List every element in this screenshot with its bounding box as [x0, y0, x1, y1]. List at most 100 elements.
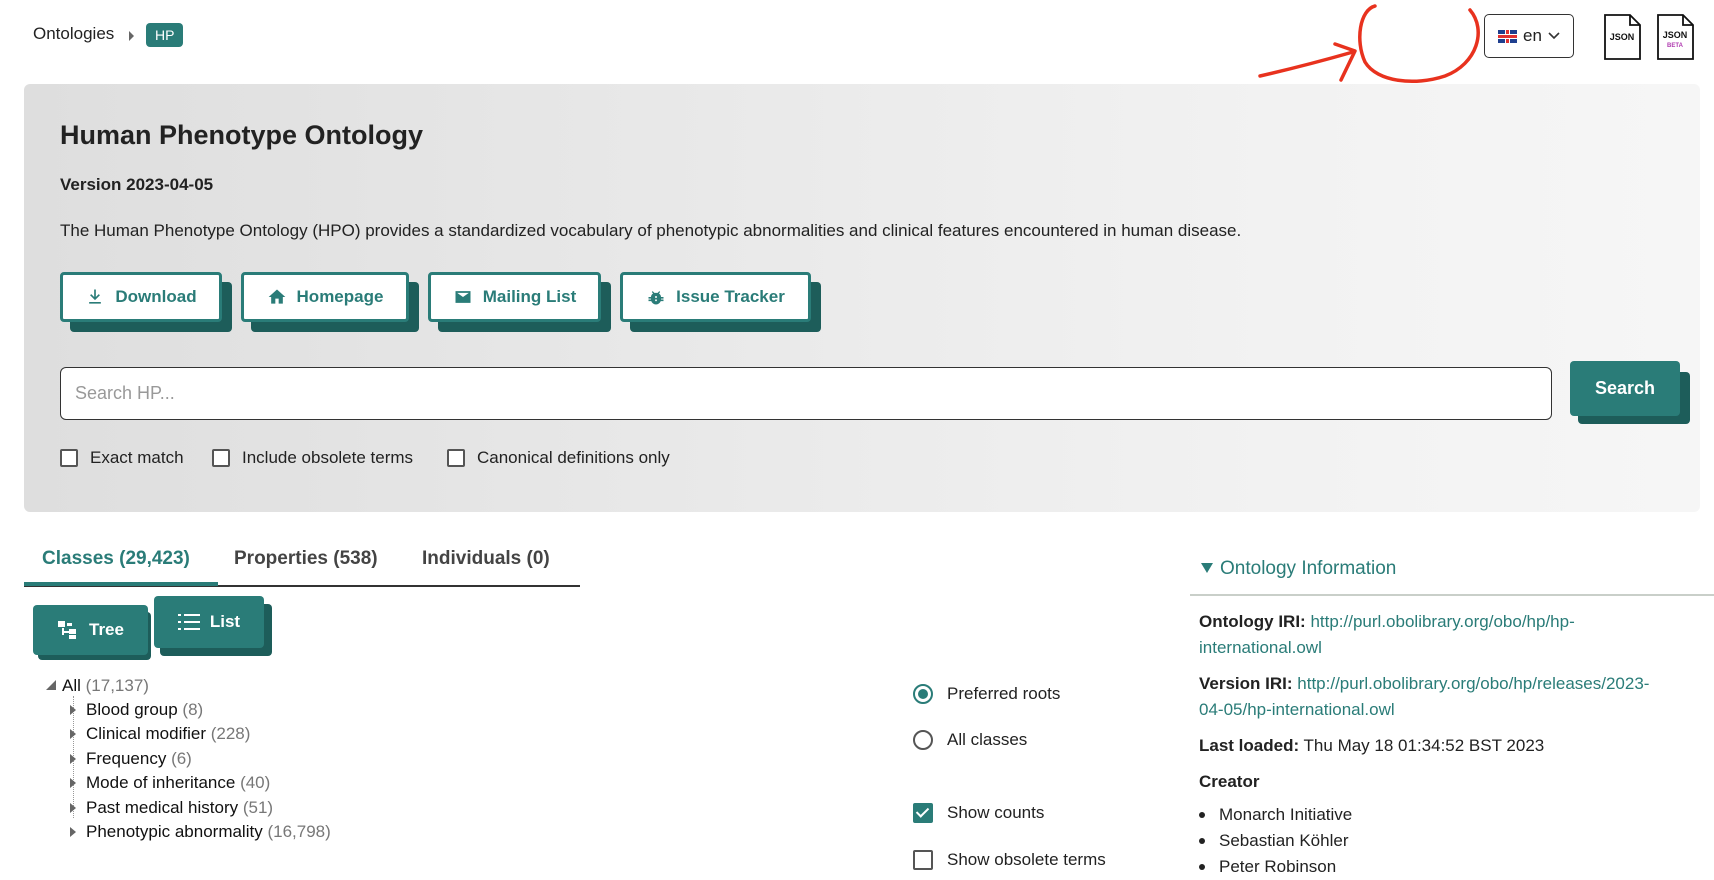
- language-code: en: [1523, 26, 1542, 45]
- creator-label: Creator: [1199, 772, 1260, 791]
- breadcrumb-separator-icon: [129, 31, 134, 41]
- expand-triangle-icon[interactable]: [70, 754, 76, 764]
- tree-node-frequency[interactable]: Frequency (6): [86, 749, 192, 769]
- annotation-circle-arrow: [1258, 4, 1480, 83]
- tab-properties[interactable]: Properties (538): [234, 548, 378, 570]
- list-item: Monarch Initiative: [1199, 802, 1352, 828]
- expand-triangle-icon[interactable]: [70, 729, 76, 739]
- ontology-iri-link-cont[interactable]: international.owl: [1199, 638, 1322, 657]
- exact-match-option[interactable]: Exact match: [60, 448, 184, 468]
- tree-node-count: (16,798): [267, 822, 331, 841]
- beta-label: BETA: [1667, 43, 1684, 49]
- collapse-triangle-icon: [46, 680, 56, 690]
- tab-individuals[interactable]: Individuals (0): [422, 548, 550, 570]
- expand-triangle-icon[interactable]: [70, 827, 76, 837]
- tree-view-label: Tree: [89, 620, 124, 639]
- version-iri-link[interactable]: http://purl.obolibrary.org/obo/hp/releas…: [1297, 674, 1649, 693]
- tree-node-clinical-modifier[interactable]: Clinical modifier (228): [86, 724, 250, 744]
- json-download-icon[interactable]: JSON: [1603, 14, 1641, 60]
- include-obsolete-checkbox[interactable]: [212, 449, 230, 467]
- ontology-title: Human Phenotype Ontology: [60, 120, 424, 150]
- tree-node-all[interactable]: All (17,137): [62, 676, 149, 696]
- ontology-info-heading: Ontology Information: [1220, 558, 1397, 579]
- breadcrumb-root-link[interactable]: Ontologies: [33, 24, 114, 44]
- bug-icon: [648, 291, 664, 305]
- download-icon: [89, 289, 102, 304]
- tree-node-blood-group[interactable]: Blood group (8): [86, 700, 203, 720]
- tree-node-phenotypic-abnormality[interactable]: Phenotypic abnormality (16,798): [86, 822, 331, 842]
- json-beta-label: JSON: [1663, 30, 1688, 40]
- list-icon: [177, 614, 200, 630]
- ontology-iri-field: Ontology IRI: http://purl.obolibrary.org…: [1199, 609, 1575, 661]
- json-beta-download-icon[interactable]: JSON BETA: [1656, 14, 1694, 60]
- ontology-info-divider: [1190, 594, 1714, 596]
- show-counts-checkbox[interactable]: [913, 803, 933, 823]
- exact-match-label: Exact match: [90, 448, 184, 467]
- list-view-button[interactable]: List: [154, 596, 264, 648]
- preferred-roots-label: Preferred roots: [947, 684, 1061, 703]
- all-classes-label: All classes: [947, 730, 1028, 749]
- last-loaded-value: Thu May 18 01:34:52 BST 2023: [1303, 736, 1545, 755]
- tree-node-label: Phenotypic abnormality: [86, 822, 263, 841]
- include-obsolete-option[interactable]: Include obsolete terms: [212, 448, 413, 468]
- expand-triangle-icon[interactable]: [70, 705, 76, 715]
- show-obsolete-checkbox[interactable]: [913, 850, 933, 870]
- download-label: Download: [115, 287, 197, 306]
- creator-name: Sebastian Köhler: [1219, 831, 1349, 850]
- search-button[interactable]: Search: [1570, 361, 1680, 416]
- preferred-roots-radio[interactable]: [913, 684, 933, 704]
- expanded-triangle-icon: [1201, 563, 1213, 573]
- uk-flag-icon: [1498, 29, 1518, 43]
- expand-triangle-icon[interactable]: [70, 778, 76, 788]
- exact-match-checkbox[interactable]: [60, 449, 78, 467]
- show-obsolete-option[interactable]: Show obsolete terms: [913, 850, 1106, 870]
- tree-icon: [58, 621, 76, 639]
- chevron-down-icon: [1548, 32, 1560, 40]
- search-input[interactable]: [60, 367, 1552, 420]
- expand-triangle-icon[interactable]: [70, 803, 76, 813]
- show-counts-option[interactable]: Show counts: [913, 803, 1044, 823]
- tree-node-mode-of-inheritance[interactable]: Mode of inheritance (40): [86, 773, 270, 793]
- ontology-info-toggle[interactable]: Ontology Information: [1200, 558, 1396, 580]
- last-loaded-field: Last loaded: Thu May 18 01:34:52 BST 202…: [1199, 733, 1544, 759]
- json-label: JSON: [1610, 32, 1635, 42]
- homepage-button[interactable]: Homepage: [241, 272, 419, 332]
- all-classes-option[interactable]: All classes: [913, 730, 1027, 750]
- creator-list: Monarch Initiative Sebastian Köhler Pete…: [1199, 802, 1352, 880]
- bullet-icon: [1199, 838, 1205, 844]
- tab-classes[interactable]: Classes (29,423): [42, 548, 190, 570]
- last-loaded-label: Last loaded:: [1199, 736, 1300, 755]
- breadcrumb-current-badge[interactable]: HP: [146, 23, 184, 47]
- show-counts-label: Show counts: [947, 803, 1045, 822]
- homepage-label: Homepage: [296, 287, 384, 306]
- tree-node-label: Frequency: [86, 749, 167, 768]
- creator-heading: Creator: [1199, 769, 1259, 795]
- language-selector[interactable]: en: [1484, 14, 1574, 58]
- tree-node-count: (8): [182, 700, 204, 719]
- canonical-definitions-checkbox[interactable]: [447, 449, 465, 467]
- canonical-definitions-option[interactable]: Canonical definitions only: [447, 448, 670, 468]
- ontology-iri-label: Ontology IRI:: [1199, 612, 1306, 631]
- download-button[interactable]: Download: [60, 272, 232, 332]
- ontology-iri-link[interactable]: http://purl.obolibrary.org/obo/hp/hp-: [1310, 612, 1574, 631]
- tree-node-count: (51): [242, 798, 274, 817]
- version-iri-field: Version IRI: http://purl.obolibrary.org/…: [1199, 671, 1649, 723]
- tree-node-label: Clinical modifier: [86, 724, 206, 743]
- active-tab-indicator: [24, 582, 218, 586]
- mailing-list-button[interactable]: Mailing List: [428, 272, 611, 332]
- tree-node-label: All: [62, 676, 81, 695]
- tree-node-label: Past medical history: [86, 798, 239, 817]
- creator-name: Monarch Initiative: [1219, 805, 1353, 824]
- tree-view-button[interactable]: Tree: [33, 605, 148, 655]
- tree-node-label: Mode of inheritance: [86, 773, 236, 792]
- tree-node-count: (17,137): [85, 676, 149, 695]
- version-iri-label: Version IRI:: [1199, 674, 1293, 693]
- ontology-description: The Human Phenotype Ontology (HPO) provi…: [60, 221, 1242, 240]
- version-iri-link-cont[interactable]: 04-05/hp-international.owl: [1199, 700, 1395, 719]
- ontology-version: Version 2023-04-05: [60, 175, 214, 194]
- preferred-roots-option[interactable]: Preferred roots: [913, 684, 1060, 704]
- all-classes-radio[interactable]: [913, 730, 933, 750]
- tree-node-count: (6): [171, 749, 192, 768]
- issue-tracker-button[interactable]: Issue Tracker: [620, 272, 821, 332]
- tree-node-past-medical-history[interactable]: Past medical history (51): [86, 798, 273, 818]
